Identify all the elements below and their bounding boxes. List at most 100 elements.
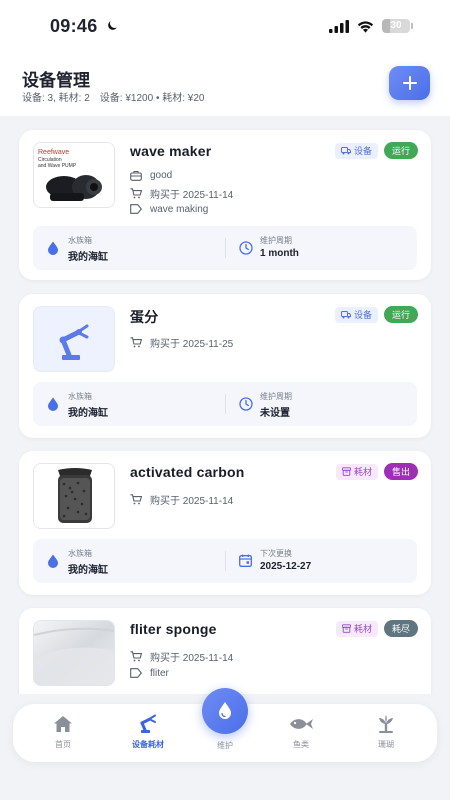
tab-maintenance[interactable]: [202, 688, 248, 734]
item-thumbnail: [33, 620, 115, 686]
tab-label: 珊瑚: [378, 740, 394, 749]
type-badge: 设备: [334, 306, 378, 323]
tank-value: 我的海缸: [68, 408, 108, 419]
clock-icon: [239, 241, 253, 255]
next-replace-value: 2025-12-27: [260, 561, 312, 572]
item-badges: 设备 运行: [334, 142, 418, 159]
list-item[interactable]: fliter sponge 耗材 耗尽 购买于 2025-11-14 flite…: [19, 608, 431, 694]
cart-icon: [130, 337, 142, 348]
tab-home[interactable]: 首页: [28, 714, 98, 750]
divider: [225, 394, 226, 414]
type-badge: 设备: [334, 142, 378, 159]
item-thumbnail: [33, 306, 115, 372]
water-drop-icon: [48, 241, 58, 255]
page-title: 设备管理: [22, 71, 90, 90]
status-time: 09:46: [50, 16, 98, 36]
purchase-line: 购买于 2025-11-14: [130, 186, 233, 201]
tab-label: 设备耗材: [132, 740, 164, 749]
purchase-line: 购买于 2025-11-14: [130, 649, 233, 664]
item-thumbnail: [33, 463, 115, 529]
cart-icon: [130, 651, 142, 662]
item-badges: 设备 运行: [334, 306, 418, 323]
item-info-box: 水族箱 我的海缸 维护周期 1 month: [33, 226, 417, 270]
type-label: 耗材: [353, 624, 372, 634]
purchase-date: 购买于 2025-11-14: [150, 190, 234, 201]
device-icon: [340, 310, 351, 318]
page-summary: 设备: 3, 耗材: 2 设备: ¥1200 • 耗材: ¥20: [22, 89, 204, 104]
item-badges: 耗材 耗尽: [335, 620, 418, 637]
tank-label: 水族箱: [68, 236, 92, 245]
device-icon: [340, 146, 351, 154]
toolbox-icon: [130, 170, 142, 181]
purchase-line: 购买于 2025-11-14: [130, 492, 233, 507]
water-drop-icon: [219, 702, 231, 719]
item-name: activated carbon: [130, 464, 245, 480]
divider: [225, 551, 226, 571]
tab-label: 鱼类: [293, 740, 309, 749]
box-icon: [342, 467, 351, 476]
type-badge: 耗材: [335, 620, 378, 637]
fish-icon: [290, 719, 313, 729]
clock-icon: [239, 397, 253, 411]
tank-value: 我的海缸: [68, 565, 108, 576]
item-name: 蛋分: [130, 309, 159, 325]
cart-icon: [130, 494, 142, 505]
svg-text:and Wave PUMP: and Wave PUMP: [38, 163, 77, 169]
status-badge: 耗尽: [383, 620, 418, 637]
item-info-box: 水族箱 我的海缸 维护周期 未设置: [33, 382, 417, 426]
tab-bar: 首页 设备耗材 维护 鱼类 珊瑚: [13, 688, 437, 762]
divider: [225, 238, 226, 258]
pump-brand-text: Reefwave: [38, 149, 69, 156]
item-tag: wave making: [150, 203, 209, 215]
item-condition: good: [150, 169, 173, 181]
item-name: fliter sponge: [130, 621, 217, 637]
summary-costs: 设备: ¥1200 • 耗材: ¥20: [99, 93, 205, 104]
water-drop-icon: [48, 554, 58, 568]
purchase-date: 购买于 2025-11-14: [150, 653, 234, 664]
pump-image: Reefwave Circulation and Wave PUMP: [34, 143, 114, 207]
tab-label: 首页: [55, 740, 71, 749]
cart-icon: [130, 188, 142, 199]
box-icon: [342, 624, 351, 633]
tag-icon: [130, 204, 142, 214]
carbon-bag-image: [34, 464, 114, 528]
wifi-icon: [357, 21, 374, 33]
purchase-date: 购买于 2025-11-25: [150, 339, 234, 350]
robot-arm-icon: [34, 307, 114, 371]
add-button[interactable]: [389, 66, 430, 100]
coral-icon: [379, 715, 393, 734]
robot-arm-icon: [140, 714, 156, 733]
maintenance-label: 维护周期: [260, 392, 292, 401]
equipment-list: Reefwave Circulation and Wave PUMP wave …: [0, 116, 450, 694]
list-item[interactable]: activated carbon 耗材 售出 购买于 2025-11-14 水族…: [19, 451, 431, 595]
summary-counts: 设备: 3, 耗材: 2: [22, 93, 90, 104]
battery-indicator: 30: [382, 19, 413, 33]
tab-maintenance-label: 维护: [217, 741, 233, 750]
list-item[interactable]: 蛋分 设备 运行 购买于 2025-11-25 水族箱 我的海缸 维护周期 未设…: [19, 294, 431, 438]
page-header: 设备管理 设备: 3, 耗材: 2 设备: ¥1200 • 耗材: ¥20: [0, 54, 450, 116]
home-icon: [54, 716, 72, 732]
item-badges: 耗材 售出: [335, 463, 418, 480]
list-item[interactable]: Reefwave Circulation and Wave PUMP wave …: [19, 130, 431, 280]
item-thumbnail: Reefwave Circulation and Wave PUMP: [33, 142, 115, 208]
tank-label: 水族箱: [68, 392, 92, 401]
maintenance-label: 维护周期: [260, 236, 292, 245]
plus-icon: [402, 76, 417, 90]
maintenance-value: 1 month: [260, 248, 299, 259]
status-icons: 30: [329, 19, 413, 33]
tank-label: 水族箱: [68, 549, 92, 558]
type-label: 设备: [353, 146, 372, 156]
tab-coral[interactable]: 珊瑚: [351, 714, 421, 750]
type-label: 设备: [353, 310, 372, 320]
bottom-area: 首页 设备耗材 维护 鱼类 珊瑚: [0, 688, 450, 800]
maintenance-value: 未设置: [260, 408, 290, 419]
item-info-box: 水族箱 我的海缸 下次更换 2025-12-27: [33, 539, 417, 583]
tab-equipment[interactable]: 设备耗材: [113, 714, 183, 750]
item-name: wave maker: [130, 143, 212, 159]
type-label: 耗材: [353, 467, 372, 477]
tab-fish[interactable]: 鱼类: [266, 714, 336, 750]
cellular-signal-icon: [329, 19, 349, 33]
tag-line: fliter: [130, 667, 169, 679]
tag-line: wave making: [130, 203, 208, 215]
purchase-date: 购买于 2025-11-14: [150, 496, 234, 507]
